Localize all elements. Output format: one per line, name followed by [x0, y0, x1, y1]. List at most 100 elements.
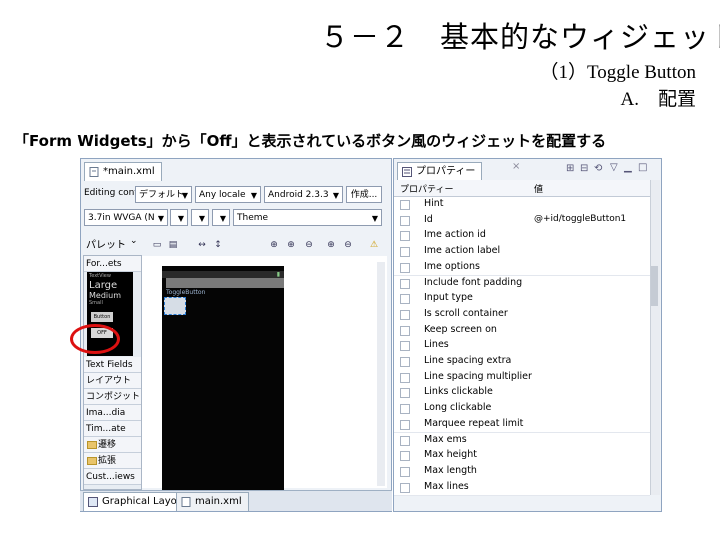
property-icon	[400, 357, 410, 367]
create-config-button[interactable]: 作成...	[346, 186, 382, 203]
minimize-icon[interactable]: ▁	[624, 162, 632, 173]
zoom-reset-icon[interactable]: ⊖	[302, 238, 316, 252]
palette-category-advanced[interactable]: 拡張	[84, 453, 141, 469]
property-name: Input type	[424, 292, 473, 304]
placed-toggle-button[interactable]	[164, 297, 186, 315]
property-row[interactable]: Keep screen on	[394, 322, 650, 340]
properties-table-header: プロパティー 値	[394, 180, 650, 197]
property-icon	[400, 247, 410, 258]
property-icon	[400, 294, 410, 305]
property-name: Max length	[424, 464, 477, 476]
layout-toggle-icon[interactable]: ▭	[150, 238, 164, 252]
android-version-select[interactable]: Android 2.3.3 ▼	[264, 186, 343, 203]
categories-icon[interactable]: ⊞	[566, 163, 574, 174]
property-row[interactable]: Ime options	[394, 259, 650, 277]
property-row[interactable]: Long clickable	[394, 401, 650, 418]
config-select[interactable]: デフォルト ▼	[135, 186, 192, 203]
chevron-down-icon: ▼	[157, 214, 164, 223]
palette-label: パレット	[86, 240, 126, 251]
property-row[interactable]: Input type	[394, 291, 650, 308]
main-xml-tab[interactable]: main.xml	[176, 492, 249, 511]
preview-medium-text[interactable]: Medium	[87, 291, 133, 300]
palette-category-layouts[interactable]: レイアウト	[84, 373, 141, 389]
property-name: Is scroll container	[424, 307, 508, 319]
property-name: Keep screen on	[424, 323, 497, 335]
property-row[interactable]: Max ems	[394, 432, 650, 450]
maximize-icon[interactable]: □	[638, 162, 647, 173]
palette-category-composite[interactable]: コンポジット	[84, 389, 141, 405]
palette-category-custom-views[interactable]: Cust...iews	[84, 469, 141, 485]
chevron-down-icon: ▼	[332, 191, 339, 200]
device-select[interactable]: 3.7in WVGA (N ▼	[84, 209, 168, 226]
palette-category-form-widgets[interactable]: For...ets	[84, 256, 141, 272]
property-row[interactable]: Ime action id	[394, 228, 650, 246]
properties-scroll-thumb[interactable]	[651, 266, 658, 306]
editor-tab-main-xml[interactable]: *main.xml	[84, 162, 162, 181]
chevron-down-icon: ▼	[181, 191, 188, 200]
property-row[interactable]: Ime action label	[394, 244, 650, 261]
highlight-circle	[70, 324, 120, 354]
properties-icon	[402, 167, 412, 177]
preview-button[interactable]: Button	[91, 312, 113, 322]
fill-width-icon[interactable]: ↔	[195, 238, 209, 252]
property-name: Max ems	[424, 433, 467, 445]
property-row[interactable]: Is scroll container	[394, 306, 650, 324]
palette-category-images-media[interactable]: Ima...dia	[84, 405, 141, 421]
advanced-icon[interactable]: ⊟	[580, 163, 588, 174]
xml-file-icon	[181, 497, 191, 507]
property-row[interactable]: Line spacing extra	[394, 354, 650, 371]
properties-tab[interactable]: プロパティー	[397, 162, 483, 181]
preview-small-text[interactable]: Small	[87, 300, 133, 306]
chevron-down-icon: ▼	[219, 214, 226, 223]
layout-icon	[88, 497, 98, 507]
property-name: Hint	[424, 198, 444, 209]
column-property: プロパティー	[400, 185, 454, 195]
palette-category-transitions[interactable]: 遷移	[84, 437, 141, 453]
palette-category-text-fields[interactable]: Text Fields	[84, 357, 141, 373]
property-row[interactable]: Marquee repeat limit	[394, 416, 650, 434]
property-icon	[400, 278, 410, 289]
zoom-fit-icon[interactable]: ⊕	[284, 238, 298, 252]
editor-tab-label: *main.xml	[103, 166, 155, 177]
property-row[interactable]: Max lines	[394, 479, 650, 497]
night-mode-select[interactable]: ▼	[212, 209, 230, 226]
palette-menu-chevron-icon[interactable]: ⌄	[130, 236, 138, 246]
device-status-bar: ▮	[162, 271, 284, 278]
palette-category-time-date[interactable]: Tim...ate	[84, 421, 141, 437]
property-row[interactable]: Lines	[394, 338, 650, 355]
canvas-scrollbar[interactable]	[377, 262, 385, 486]
property-icon	[400, 451, 410, 462]
widget-palette: For...ets TextView Large Medium Small Bu…	[83, 255, 142, 490]
preview-textview[interactable]: TextView	[87, 272, 133, 280]
device-widget-id: ToggleButton	[166, 289, 206, 296]
property-row[interactable]: Links clickable	[394, 385, 650, 403]
property-row[interactable]: Id @+id/toggleButton1	[394, 212, 650, 230]
device-title-bar	[166, 278, 284, 288]
folder-icon	[87, 441, 97, 449]
properties-close-icon[interactable]: ×	[512, 161, 520, 172]
dock-mode-select[interactable]: ▼	[191, 209, 209, 226]
property-row[interactable]: Line spacing multiplier	[394, 369, 650, 387]
warning-icon[interactable]: ⚠	[367, 238, 381, 252]
list-view-icon[interactable]: ▤	[166, 238, 180, 252]
properties-scrollbar[interactable]	[650, 180, 660, 495]
zoom-in-icon[interactable]: ⊕	[324, 238, 338, 252]
property-row[interactable]: Max height	[394, 448, 650, 465]
orientation-select[interactable]: ▼	[170, 209, 188, 226]
property-icon	[400, 404, 410, 415]
chevron-down-icon: ▼	[198, 214, 205, 223]
zoom-out-icon[interactable]: ⊖	[341, 238, 355, 252]
property-value[interactable]: @+id/toggleButton1	[534, 214, 626, 224]
xml-file-icon	[89, 167, 99, 177]
property-row[interactable]: Hint	[394, 197, 650, 214]
locale-select[interactable]: Any locale ▼	[195, 186, 261, 203]
preview-large-text[interactable]: Large	[87, 280, 133, 291]
chevron-down-icon: ▼	[250, 191, 257, 200]
property-row[interactable]: Include font padding	[394, 275, 650, 293]
fill-height-icon[interactable]: ↕	[211, 238, 225, 252]
restore-default-icon[interactable]: ⟲	[594, 163, 602, 174]
view-menu-icon[interactable]: ▽	[610, 162, 618, 173]
theme-select[interactable]: Theme ▼	[233, 209, 382, 226]
zoom-real-icon[interactable]: ⊕	[267, 238, 281, 252]
property-row[interactable]: Max length	[394, 463, 650, 481]
